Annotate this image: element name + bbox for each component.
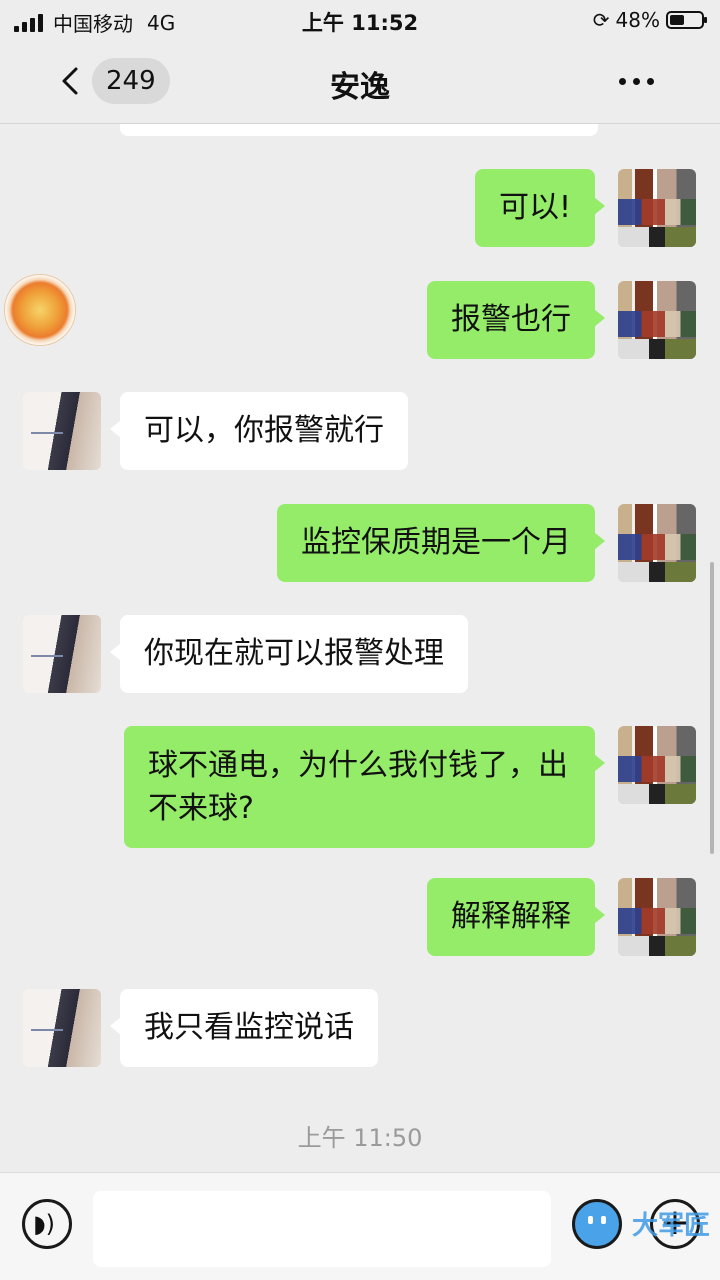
status-bar: 中国移动 4G 上午 11:52 ⟳ 48% bbox=[0, 0, 720, 40]
emoji-icon[interactable] bbox=[572, 1199, 622, 1249]
message-input[interactable] bbox=[93, 1191, 551, 1267]
message-bubble-sent[interactable]: 可以! bbox=[474, 169, 606, 247]
voice-icon[interactable]: ◗) bbox=[22, 1199, 72, 1249]
battery-icon bbox=[666, 11, 707, 29]
rotation-lock-icon: ⟳ bbox=[592, 8, 610, 32]
contact-avatar[interactable] bbox=[23, 989, 101, 1067]
scrollbar[interactable] bbox=[710, 562, 714, 854]
message-bubble-sent[interactable]: 球不通电，为什么我付钱了，出不来球? bbox=[124, 726, 605, 848]
battery-percent: 48% bbox=[615, 8, 660, 32]
my-avatar[interactable] bbox=[618, 281, 696, 359]
message-bubble-sent[interactable]: 监控保质期是一个月 bbox=[277, 504, 605, 582]
flower-avatar[interactable] bbox=[4, 274, 76, 346]
message-list[interactable]: 可以! 报警也行 可以，你报警就行 监控保质期是一个月 你现在就可以报警处理 球… bbox=[0, 124, 720, 1172]
my-avatar[interactable] bbox=[618, 726, 696, 804]
message-timestamp: 上午 11:50 bbox=[297, 1124, 423, 1152]
more-dots-icon[interactable] bbox=[619, 78, 654, 85]
message-bubble-sent[interactable]: 解释解释 bbox=[427, 878, 605, 956]
my-avatar[interactable] bbox=[618, 878, 696, 956]
contact-avatar[interactable] bbox=[23, 615, 101, 693]
previous-message-bubble bbox=[120, 124, 598, 136]
message-bubble-received[interactable]: 可以，你报警就行 bbox=[110, 392, 408, 470]
watermark-logo: 大军匠 bbox=[632, 1211, 711, 1241]
my-avatar[interactable] bbox=[618, 169, 696, 247]
message-bubble-received[interactable]: 我只看监控说话 bbox=[110, 989, 378, 1067]
contact-avatar[interactable] bbox=[23, 392, 101, 470]
input-bar: ◗) + 大军匠 bbox=[0, 1172, 720, 1280]
message-bubble-received[interactable]: 你现在就可以报警处理 bbox=[110, 615, 468, 693]
chat-header: 249 安逸 bbox=[0, 40, 720, 124]
my-avatar[interactable] bbox=[618, 504, 696, 582]
chat-title: 安逸 bbox=[330, 70, 390, 105]
message-bubble-sent[interactable]: 报警也行 bbox=[427, 281, 605, 359]
